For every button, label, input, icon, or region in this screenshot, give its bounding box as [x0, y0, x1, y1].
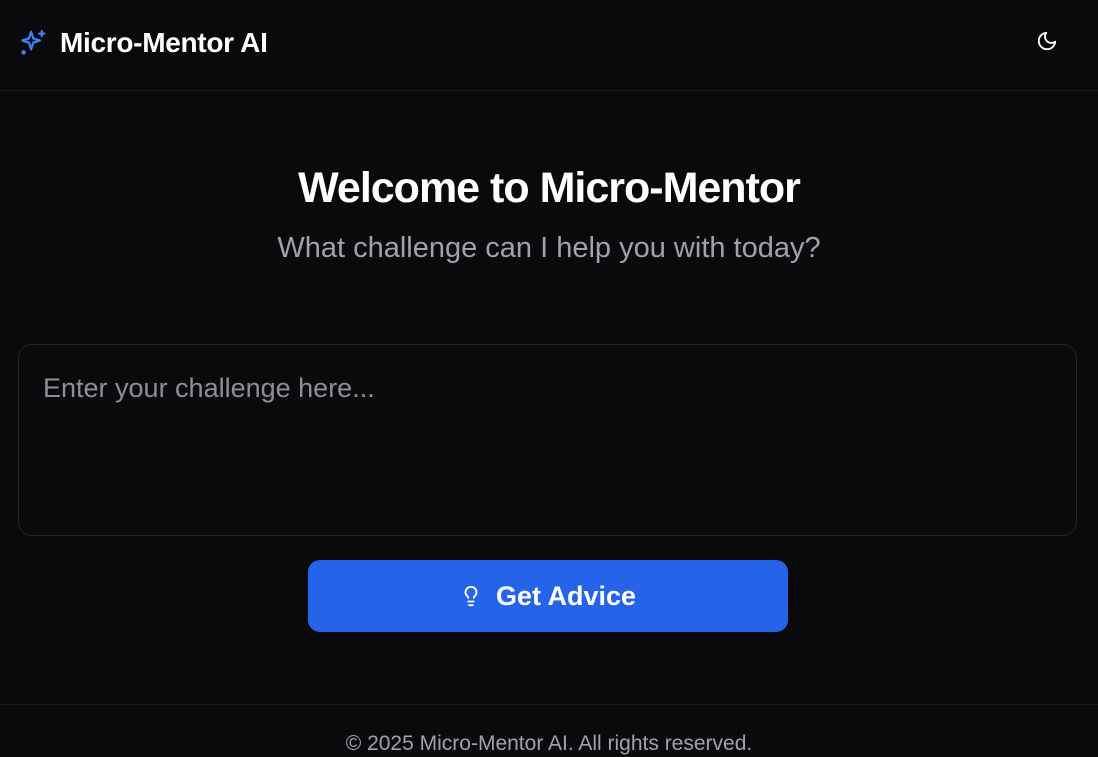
challenge-input-container [18, 344, 1077, 536]
brand[interactable]: Micro-Mentor AI [18, 26, 268, 60]
lightbulb-icon [460, 583, 482, 609]
theme-toggle-button[interactable] [1034, 30, 1060, 56]
get-advice-label: Get Advice [495, 580, 637, 611]
sparkles-icon [18, 28, 48, 58]
page-subtitle: What challenge can I help you with today… [277, 232, 821, 264]
app-footer: © 2025 Micro-Mentor AI. All rights reser… [0, 704, 1098, 757]
moon-icon [1036, 30, 1058, 57]
copyright-text: © 2025 Micro-Mentor AI. All rights reser… [345, 732, 753, 755]
page-title: Welcome to Micro-Mentor [298, 164, 801, 212]
challenge-input[interactable] [19, 345, 1076, 535]
app-header: Micro-Mentor AI [0, 0, 1098, 91]
get-advice-button[interactable]: Get Advice [308, 560, 788, 632]
app-title: Micro-Mentor AI [60, 27, 268, 58]
